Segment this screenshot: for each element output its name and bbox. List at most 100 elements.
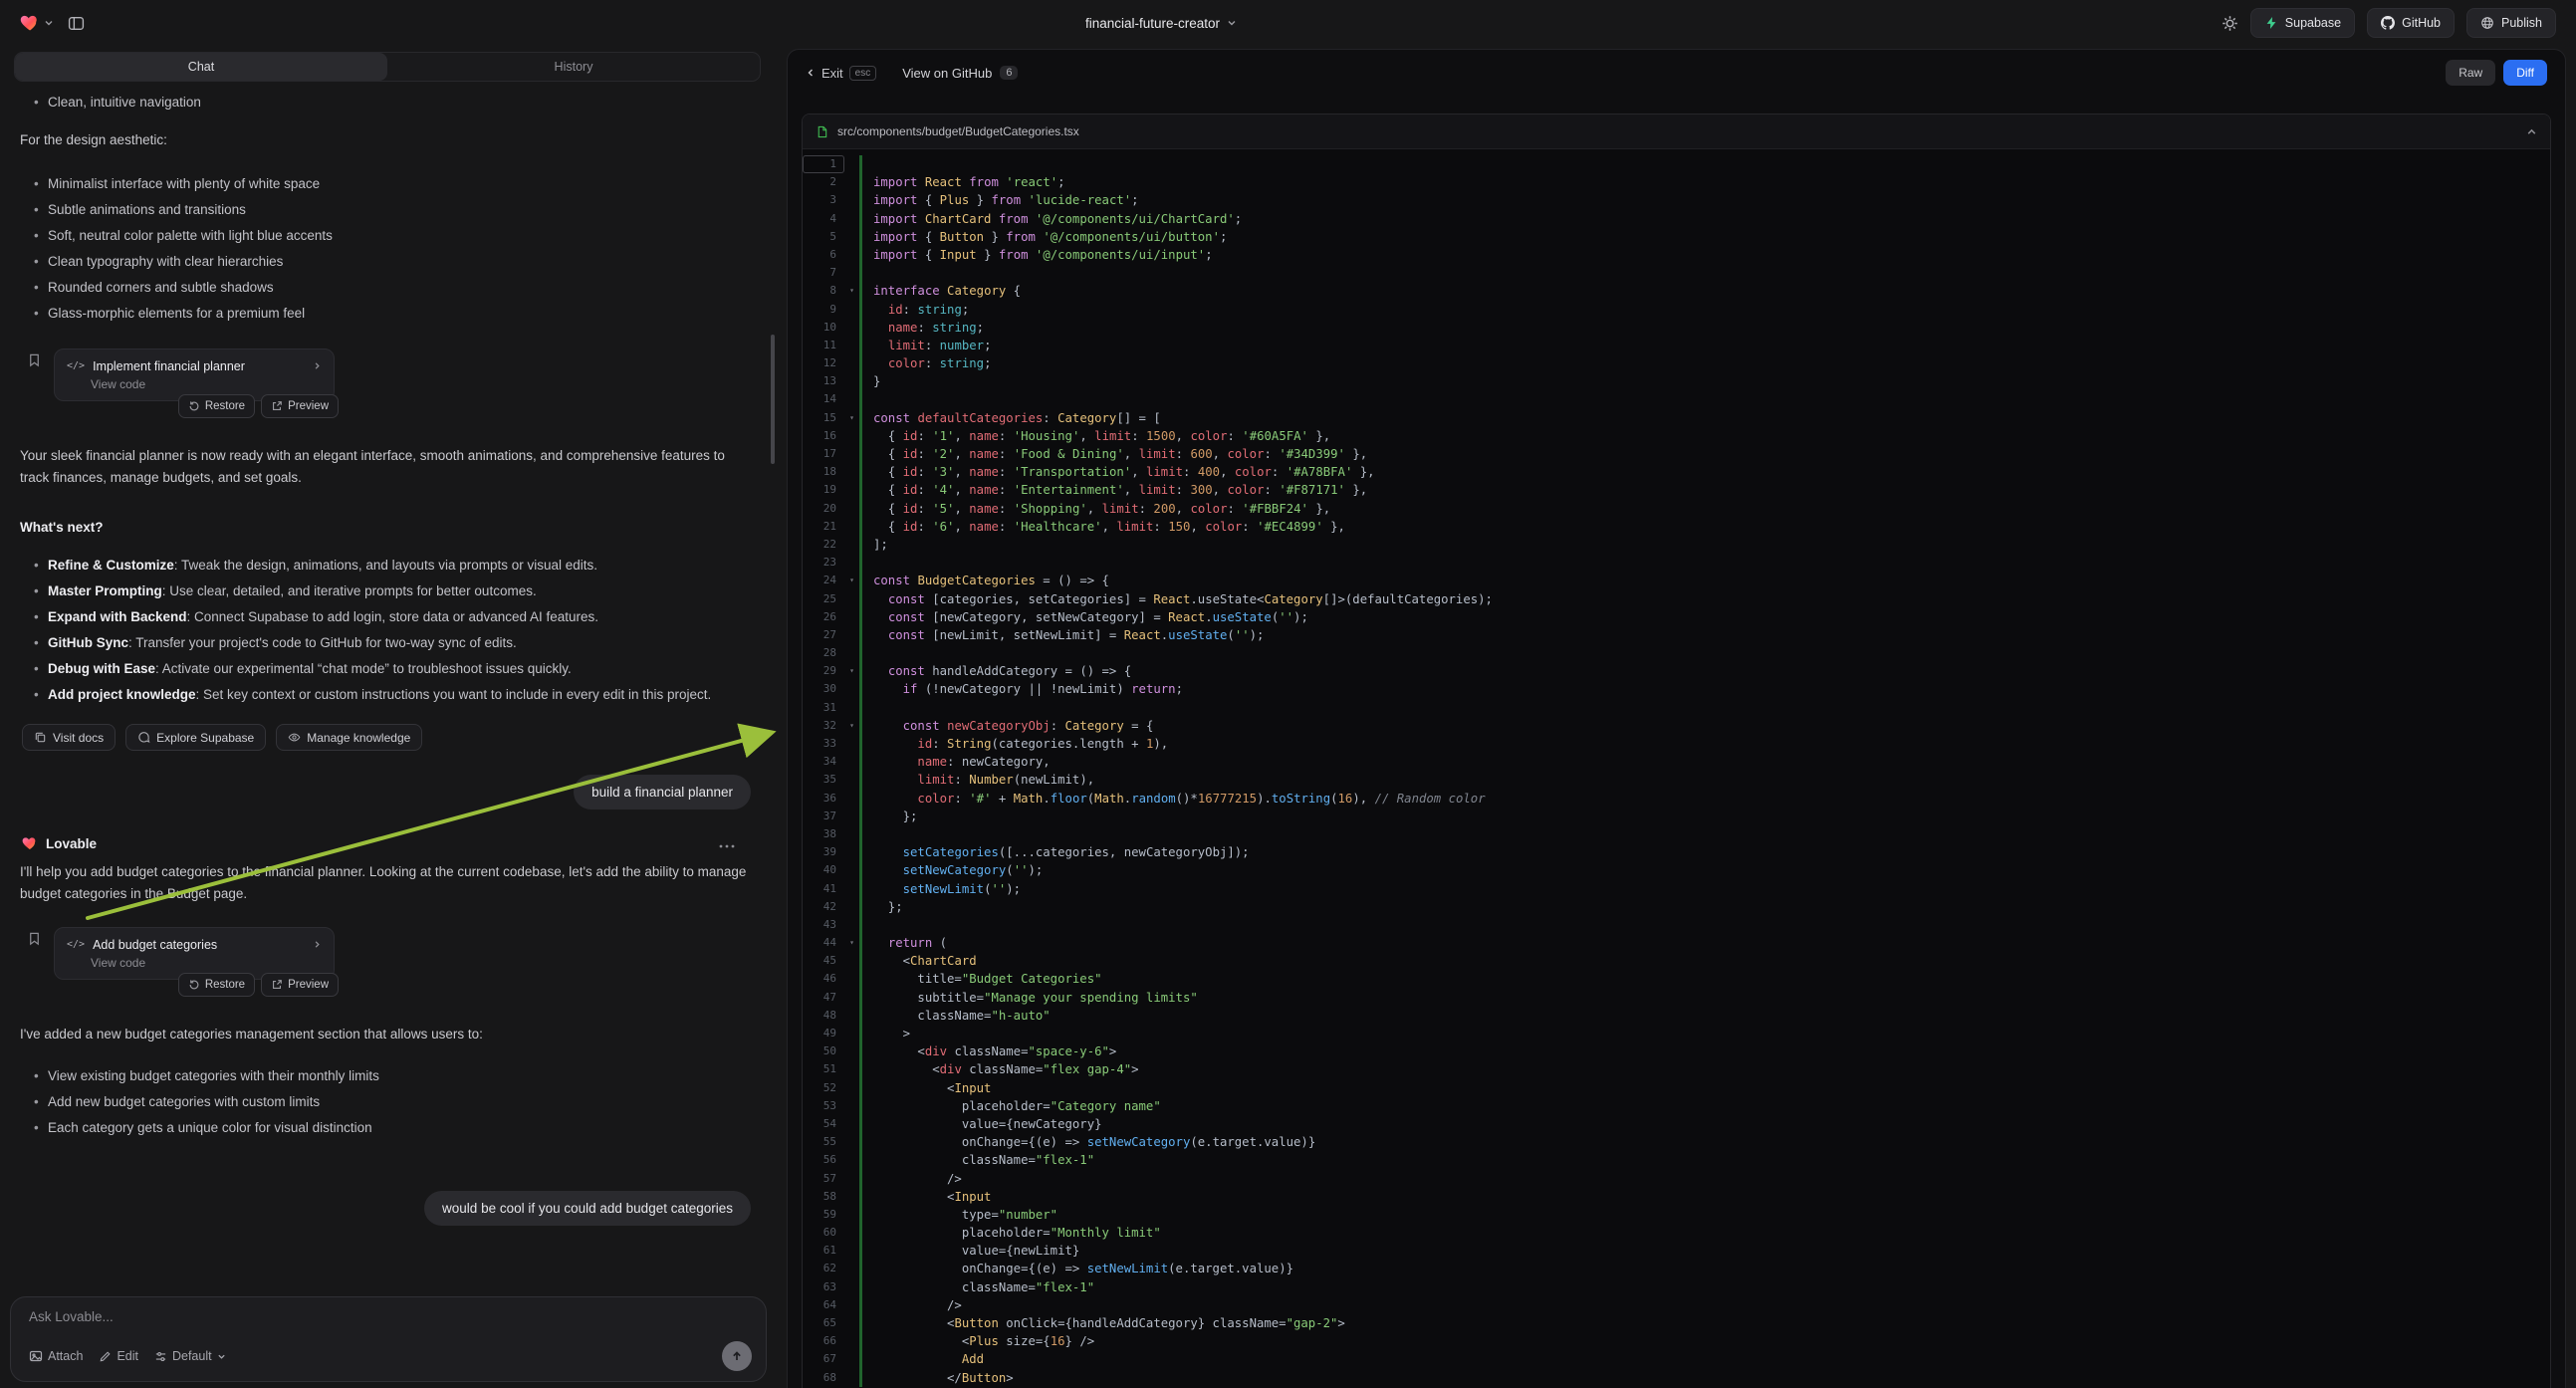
chevron-right-icon — [313, 358, 322, 373]
supabase-button[interactable]: Supabase — [2250, 8, 2355, 38]
code-panel-header: Exit esc View on GitHub 6 Raw Diff — [788, 50, 2565, 96]
external-link-icon — [271, 400, 283, 412]
model-selector-button[interactable]: Default — [154, 1349, 226, 1363]
user-message-row: build a financial planner — [14, 775, 759, 810]
restore-button[interactable]: Restore — [178, 394, 255, 418]
collapse-chevron-icon[interactable] — [2526, 126, 2537, 137]
code-line: 4import ChartCard from '@/components/ui/… — [803, 210, 2550, 228]
card-actions: Restore Preview — [178, 973, 339, 997]
code-line: 16 { id: '1', name: 'Housing', limit: 15… — [803, 427, 2550, 445]
restore-icon — [188, 400, 200, 412]
code-line: 61 value={newLimit} — [803, 1242, 2550, 1260]
view-on-github-link[interactable]: View on GitHub 6 — [902, 66, 1018, 81]
code-line: 11 limit: number; — [803, 337, 2550, 354]
code-line: 39 setCategories([...categories, newCate… — [803, 843, 2550, 861]
preview-button[interactable]: Preview — [261, 973, 339, 997]
view-code-link[interactable]: View code — [91, 956, 322, 970]
code-line: 34 name: newCategory, — [803, 753, 2550, 771]
explore-supabase-button[interactable]: Explore Supabase — [125, 724, 266, 751]
settings-button[interactable] — [2222, 15, 2238, 32]
sidebar-toggle-button[interactable] — [68, 15, 85, 32]
tab-history[interactable]: History — [387, 53, 760, 81]
image-icon — [29, 1349, 43, 1363]
code-line: 14 — [803, 390, 2550, 408]
code-line: 54 value={newCategory} — [803, 1115, 2550, 1133]
file-bar[interactable]: src/components/budget/BudgetCategories.t… — [803, 115, 2550, 149]
code-line: 24▾const BudgetCategories = () => { — [803, 572, 2550, 589]
file-icon — [816, 125, 828, 138]
chat-input[interactable] — [29, 1309, 752, 1324]
code-line: 44▾ return ( — [803, 934, 2550, 952]
code-line: 40 setNewCategory(''); — [803, 861, 2550, 879]
supabase-label: Supabase — [2285, 16, 2341, 30]
code-line: 52 <Input — [803, 1079, 2550, 1097]
github-button[interactable]: GitHub — [2367, 8, 2455, 38]
code-line: 66 <Plus size={16} /> — [803, 1332, 2550, 1350]
gear-icon — [2222, 15, 2238, 32]
bookmark-icon[interactable] — [27, 352, 42, 370]
view-code-link[interactable]: View code — [91, 377, 322, 391]
topbar: financial-future-creator Supabase — [0, 0, 2576, 46]
visit-docs-button[interactable]: Visit docs — [22, 724, 116, 751]
send-button[interactable] — [722, 1341, 752, 1371]
manage-knowledge-button[interactable]: Manage knowledge — [276, 724, 422, 751]
tab-chat[interactable]: Chat — [15, 53, 387, 81]
lovable-heart-icon — [22, 835, 38, 851]
code-line: 46 title="Budget Categories" — [803, 970, 2550, 988]
chat-history-tabs: Chat History — [14, 52, 761, 82]
manage-knowledge-label: Manage knowledge — [307, 731, 410, 745]
edit-button[interactable]: Edit — [99, 1349, 138, 1363]
code-card-implement: </> Implement financial planner View cod… — [54, 348, 335, 401]
intro-bullet-list: Clean, intuitive navigation — [14, 90, 759, 116]
added-bullet-list: View existing budget categories with the… — [14, 1063, 759, 1141]
exit-button[interactable]: Exit esc — [806, 66, 876, 81]
attach-button[interactable]: Attach — [29, 1349, 83, 1363]
code-line: 64 /> — [803, 1296, 2550, 1314]
list-item: Minimalist interface with plenty of whit… — [48, 171, 759, 197]
code-line: 62 onChange={(e) => setNewLimit(e.target… — [803, 1260, 2550, 1277]
code-line: 21 { id: '6', name: 'Healthcare', limit:… — [803, 518, 2550, 536]
code-line: 42 }; — [803, 898, 2550, 916]
code-line: 57 /> — [803, 1170, 2550, 1188]
lovable-logo-menu[interactable] — [20, 13, 54, 33]
code-line: 18 { id: '3', name: 'Transportation', li… — [803, 463, 2550, 481]
list-item: Each category gets a unique color for vi… — [48, 1115, 759, 1141]
restore-label: Restore — [205, 979, 245, 991]
message-menu-icon[interactable] — [719, 836, 735, 851]
raw-view-button[interactable]: Raw — [2446, 60, 2495, 86]
code-line: 7 — [803, 264, 2550, 282]
code-editor[interactable]: 12import React from 'react';3import { Pl… — [803, 149, 2550, 1388]
external-link-icon — [271, 979, 283, 991]
code-line: 5import { Button } from '@/components/ui… — [803, 228, 2550, 246]
publish-button[interactable]: Publish — [2466, 8, 2556, 38]
code-line: 33 id: String(categories.length + 1), — [803, 735, 2550, 753]
code-line: 50 <div className="space-y-6"> — [803, 1042, 2550, 1060]
card-actions: Restore Preview — [178, 394, 339, 418]
code-line: 48 className="h-auto" — [803, 1007, 2550, 1025]
bookmark-icon[interactable] — [27, 931, 42, 949]
restore-icon — [188, 979, 200, 991]
code-line: 17 { id: '2', name: 'Food & Dining', lim… — [803, 445, 2550, 463]
assistant-name: Lovable — [46, 836, 97, 851]
restore-button[interactable]: Restore — [178, 973, 255, 997]
code-line: 59 type="number" — [803, 1206, 2550, 1224]
code-panel: Exit esc View on GitHub 6 Raw Diff s — [787, 49, 2566, 1388]
preview-button[interactable]: Preview — [261, 394, 339, 418]
whats-next-heading: What's next? — [20, 517, 753, 539]
code-line: 65 <Button onClick={handleAddCategory} c… — [803, 1314, 2550, 1332]
quick-action-row: Visit docs Explore Supabase Manage knowl… — [22, 724, 759, 751]
model-label: Default — [172, 1349, 212, 1363]
chat-scrollbar[interactable] — [771, 335, 775, 464]
chevron-down-icon — [217, 1352, 226, 1361]
diff-view-button[interactable]: Diff — [2503, 60, 2547, 86]
chat-messages[interactable]: Clean, intuitive navigation For the desi… — [0, 82, 777, 1288]
eye-icon — [288, 731, 301, 744]
list-item: Clean typography with clear hierarchies — [48, 249, 759, 275]
user-message-row: would be cool if you could add budget ca… — [14, 1191, 759, 1226]
main-area: Chat History Clean, intuitive navigation… — [0, 46, 2576, 1388]
code-lines: 12import React from 'react';3import { Pl… — [803, 155, 2550, 1387]
code-line: 26 const [newCategory, setNewCategory] =… — [803, 608, 2550, 626]
publish-label: Publish — [2501, 16, 2542, 30]
code-icon: </> — [67, 939, 85, 950]
project-menu[interactable]: financial-future-creator — [1085, 0, 1237, 46]
